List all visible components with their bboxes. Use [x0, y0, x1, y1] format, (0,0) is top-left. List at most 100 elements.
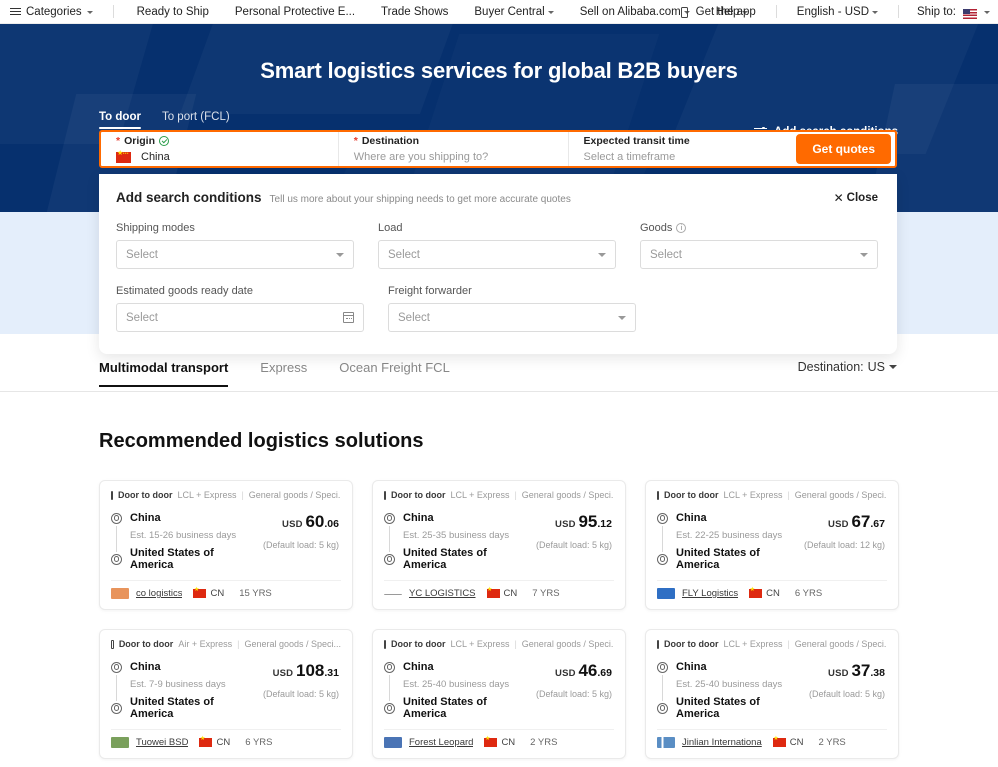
service-type: Door to door	[391, 490, 446, 500]
nav-divider	[776, 5, 777, 18]
price-line: USD 46.69	[536, 661, 612, 681]
country-code: CN	[766, 588, 780, 599]
language-currency-selector[interactable]: English - USD	[787, 6, 888, 18]
results-section: Recommended logistics solutions Door to …	[99, 430, 899, 759]
supplier-name-link[interactable]: Jinlian Internationa	[682, 737, 762, 748]
tab-label: To door	[99, 111, 141, 123]
service-type: Door to door	[119, 639, 174, 649]
field-label: Goods i	[640, 222, 878, 234]
mobile-phone-icon	[681, 7, 688, 18]
list-item[interactable]: Door to door LCL + Express | General goo…	[645, 629, 899, 759]
transport-mode: LCL + Express	[724, 639, 783, 649]
goods-ready-date-input[interactable]: Select	[116, 303, 364, 332]
shipping-modes-select[interactable]: Select	[116, 240, 354, 269]
check-circle-icon	[159, 136, 169, 146]
location-pin-icon	[657, 703, 668, 714]
supplier-name-link[interactable]: FLY Logistics	[682, 588, 738, 599]
list-item[interactable]: Door to door Air + Express | General goo…	[99, 629, 353, 759]
get-the-app-link[interactable]: Get the app	[668, 6, 766, 18]
door-to-door-icon	[657, 640, 659, 649]
chevron-down-icon	[87, 11, 93, 14]
price-block: USD 67.67 (Default load: 12 kg)	[804, 512, 887, 571]
price-integer: 67	[851, 512, 870, 531]
default-load: (Default load: 5 kg)	[263, 540, 339, 550]
destination-city: United States of America	[403, 696, 530, 720]
origin-city: China	[403, 661, 434, 673]
nav-item-buyer-central[interactable]: Buyer Central	[461, 6, 566, 18]
load-select[interactable]: Select	[378, 240, 616, 269]
info-icon[interactable]: i	[676, 223, 686, 233]
supplier-logo	[384, 737, 402, 748]
country-code: CN	[501, 737, 515, 748]
destination-row: United States of America	[657, 696, 803, 720]
categories-menu[interactable]: Categories	[10, 6, 103, 18]
origin-city: China	[130, 661, 161, 673]
nav-item-trade-shows[interactable]: Trade Shows	[368, 6, 461, 18]
location-pin-icon	[111, 662, 122, 673]
price-decimal: .38	[870, 667, 885, 679]
select-value: Select	[398, 312, 430, 324]
nav-item-ready-to-ship[interactable]: Ready to Ship	[124, 6, 222, 18]
nav-item-label: Sell on Alibaba.com	[580, 6, 681, 18]
price-decimal: .69	[597, 667, 612, 679]
origin-city: China	[403, 512, 434, 524]
chevron-down-icon	[889, 365, 897, 369]
list-item[interactable]: Door to door LCL + Express | General goo…	[99, 480, 353, 610]
select-value: Select	[126, 312, 158, 324]
tab-ocean-freight-fcl[interactable]: Ocean Freight FCL	[339, 358, 450, 386]
transit-time-field[interactable]: Expected transit time Select a timeframe	[569, 132, 797, 166]
close-panel-button[interactable]: ✕ Close	[834, 191, 878, 205]
origin-row: China	[111, 512, 257, 524]
supplier-name-link[interactable]: Tuowei BSD	[136, 737, 188, 748]
price-integer: 37	[851, 661, 870, 680]
china-flag-icon	[749, 589, 762, 598]
price-block: USD 46.69 (Default load: 5 kg)	[536, 661, 614, 720]
freight-forwarder-select[interactable]: Select	[388, 303, 636, 332]
origin-field[interactable]: * Origin China	[101, 132, 339, 166]
currency-code: USD	[828, 519, 849, 530]
card-header: Door to door LCL + Express | General goo…	[111, 490, 341, 500]
destination-label: Destination	[362, 135, 419, 147]
destination-field[interactable]: * Destination Where are you shipping to?	[339, 132, 569, 166]
card-header: Door to door Air + Express | General goo…	[111, 639, 341, 649]
china-flag-icon	[487, 589, 500, 598]
nav-item-personal-protective[interactable]: Personal Protective E...	[222, 6, 368, 18]
ship-to-selector[interactable]: Ship to:	[909, 6, 990, 18]
country-code: CN	[216, 737, 230, 748]
currency-code: USD	[828, 668, 849, 679]
field-goods: Goods i Select	[640, 222, 878, 269]
supplier-name-link[interactable]: Forest Leopard	[409, 737, 473, 748]
tab-multimodal-transport[interactable]: Multimodal transport	[99, 358, 228, 386]
nav-item-label: Ready to Ship	[137, 6, 209, 18]
tab-to-door[interactable]: To door	[99, 111, 141, 129]
price-integer: 46	[578, 661, 597, 680]
destination-city: United States of America	[676, 547, 803, 571]
supplier-name-link[interactable]: co logistics	[136, 588, 182, 599]
service-type: Door to door	[664, 639, 719, 649]
language-label: English - USD	[797, 6, 869, 18]
price-integer: 60	[305, 512, 324, 531]
destination-filter[interactable]: Destination: US	[798, 358, 897, 374]
supplier-name-link[interactable]: YC LOGISTICS	[409, 588, 476, 599]
transport-mode: Air + Express	[178, 639, 232, 649]
field-goods-ready-date: Estimated goods ready date Select	[116, 285, 364, 332]
list-item[interactable]: Door to door LCL + Express | General goo…	[372, 629, 626, 759]
price-line: USD 37.38	[809, 661, 885, 681]
list-item[interactable]: Door to door LCL + Express | General goo…	[372, 480, 626, 610]
list-item[interactable]: Door to door LCL + Express | General goo…	[645, 480, 899, 610]
close-icon: ✕	[834, 191, 844, 205]
goods-type: General goods / Speci...	[795, 490, 887, 500]
separator: |	[787, 639, 789, 649]
required-asterisk: *	[354, 135, 358, 147]
nav-item-label: Personal Protective E...	[235, 6, 355, 18]
get-quotes-button[interactable]: Get quotes	[796, 134, 891, 164]
tab-to-port-fcl[interactable]: To port (FCL)	[162, 111, 230, 129]
china-flag-icon	[773, 738, 786, 747]
transit-time-placeholder: Select a timeframe	[584, 151, 797, 163]
tab-express[interactable]: Express	[260, 358, 307, 386]
goods-select[interactable]: Select	[640, 240, 878, 269]
location-pin-icon	[111, 703, 122, 714]
separator: |	[514, 490, 516, 500]
card-header: Door to door LCL + Express | General goo…	[384, 639, 614, 649]
supplier-row: Jinlian Internationa CN 2 YRS	[657, 729, 887, 748]
